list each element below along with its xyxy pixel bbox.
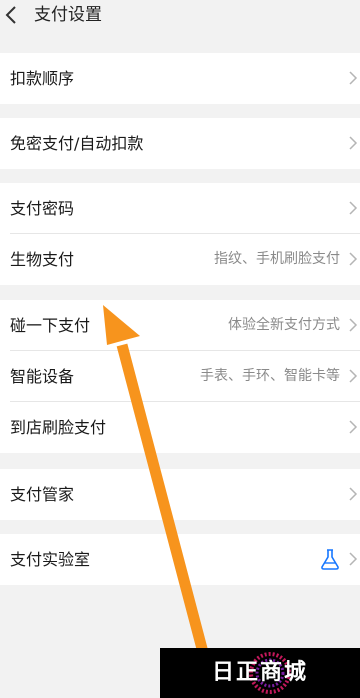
- chevron-right-icon: [349, 201, 358, 215]
- list-item-subtext: 指纹、手机刷脸支付: [214, 251, 340, 267]
- list-item-smart-devices[interactable]: 智能设备 手表、手环、智能卡等: [0, 351, 360, 402]
- list-item-label: 免密支付/自动扣款: [10, 134, 144, 153]
- chevron-left-icon[interactable]: [2, 4, 22, 26]
- list-item-payment-manager[interactable]: 支付管家: [0, 469, 360, 520]
- chevron-right-icon: [349, 420, 358, 434]
- settings-group: 支付实验室: [0, 534, 360, 585]
- flask-icon: [321, 549, 339, 570]
- chevron-right-icon: [349, 71, 358, 85]
- list-item-label: 碰一下支付: [10, 316, 91, 335]
- settings-group: 支付管家: [0, 469, 360, 520]
- list-item-label: 扣款顺序: [10, 69, 75, 88]
- list-item-in-store-face-pay[interactable]: 到店刷脸支付: [0, 402, 360, 453]
- list-item-label: 智能设备: [10, 367, 75, 386]
- list-item-password-free-payment[interactable]: 免密支付/自动扣款: [0, 118, 360, 169]
- list-item-subtext: 体验全新支付方式: [228, 317, 340, 333]
- chevron-right-icon: [349, 318, 358, 332]
- chevron-right-icon: [349, 487, 358, 501]
- list-item-label: 生物支付: [10, 250, 75, 269]
- settings-group: 碰一下支付 体验全新支付方式 智能设备 手表、手环、智能卡等 到店刷脸支付: [0, 300, 360, 453]
- list-item-label: 支付管家: [10, 485, 75, 504]
- list-item-label: 到店刷脸支付: [10, 418, 107, 437]
- settings-group: 免密支付/自动扣款: [0, 118, 360, 169]
- list-item-tap-to-pay[interactable]: 碰一下支付 体验全新支付方式: [0, 300, 360, 351]
- list-item-payment-lab[interactable]: 支付实验室: [0, 534, 360, 585]
- list-item-label: 支付实验室: [10, 550, 91, 569]
- list-item-biometric-payment[interactable]: 生物支付 指纹、手机刷脸支付: [0, 234, 360, 285]
- chevron-right-icon: [349, 136, 358, 150]
- settings-group: 扣款顺序: [0, 53, 360, 104]
- chevron-right-icon: [349, 252, 358, 266]
- settings-group: 支付密码 生物支付 指纹、手机刷脸支付: [0, 183, 360, 285]
- list-item-deduction-order[interactable]: 扣款顺序: [0, 53, 360, 104]
- chevron-right-icon: [349, 552, 358, 566]
- watermark-text: 日正商城: [211, 660, 308, 685]
- page-title: 支付设置: [34, 5, 102, 25]
- chevron-right-icon: [349, 369, 358, 383]
- list-item-label: 支付密码: [10, 199, 75, 218]
- list-item-payment-password[interactable]: 支付密码: [0, 183, 360, 234]
- list-item-subtext: 手表、手环、智能卡等: [200, 368, 340, 384]
- top-bar: 支付设置: [0, 0, 360, 30]
